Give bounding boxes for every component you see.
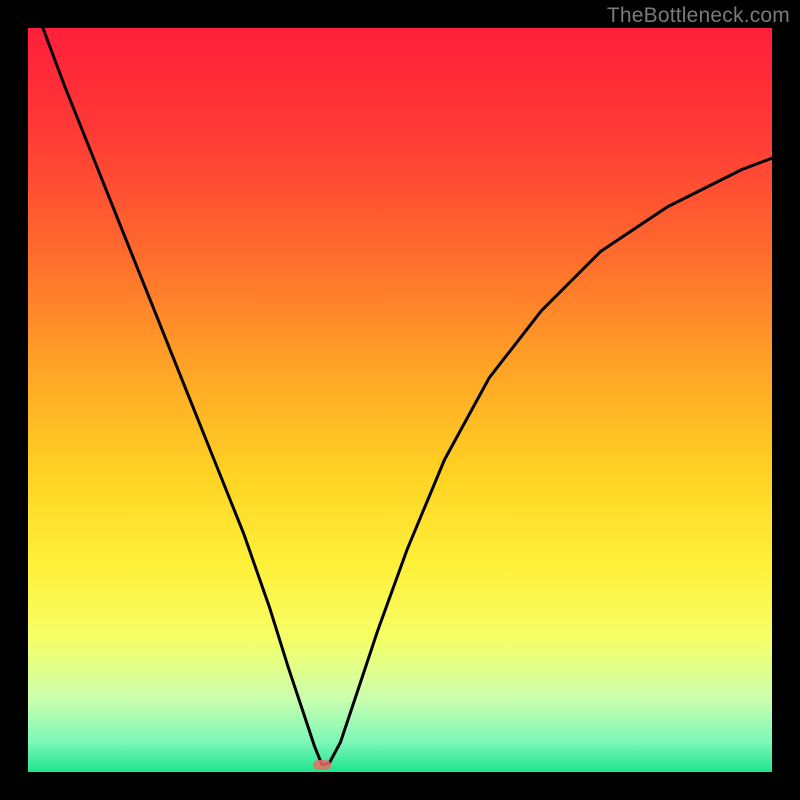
curve-minimum-marker <box>313 760 331 770</box>
watermark-text: TheBottleneck.com <box>607 4 790 28</box>
bottleneck-curve <box>28 28 772 772</box>
chart-frame: TheBottleneck.com <box>0 0 800 800</box>
plot-area <box>28 28 772 772</box>
